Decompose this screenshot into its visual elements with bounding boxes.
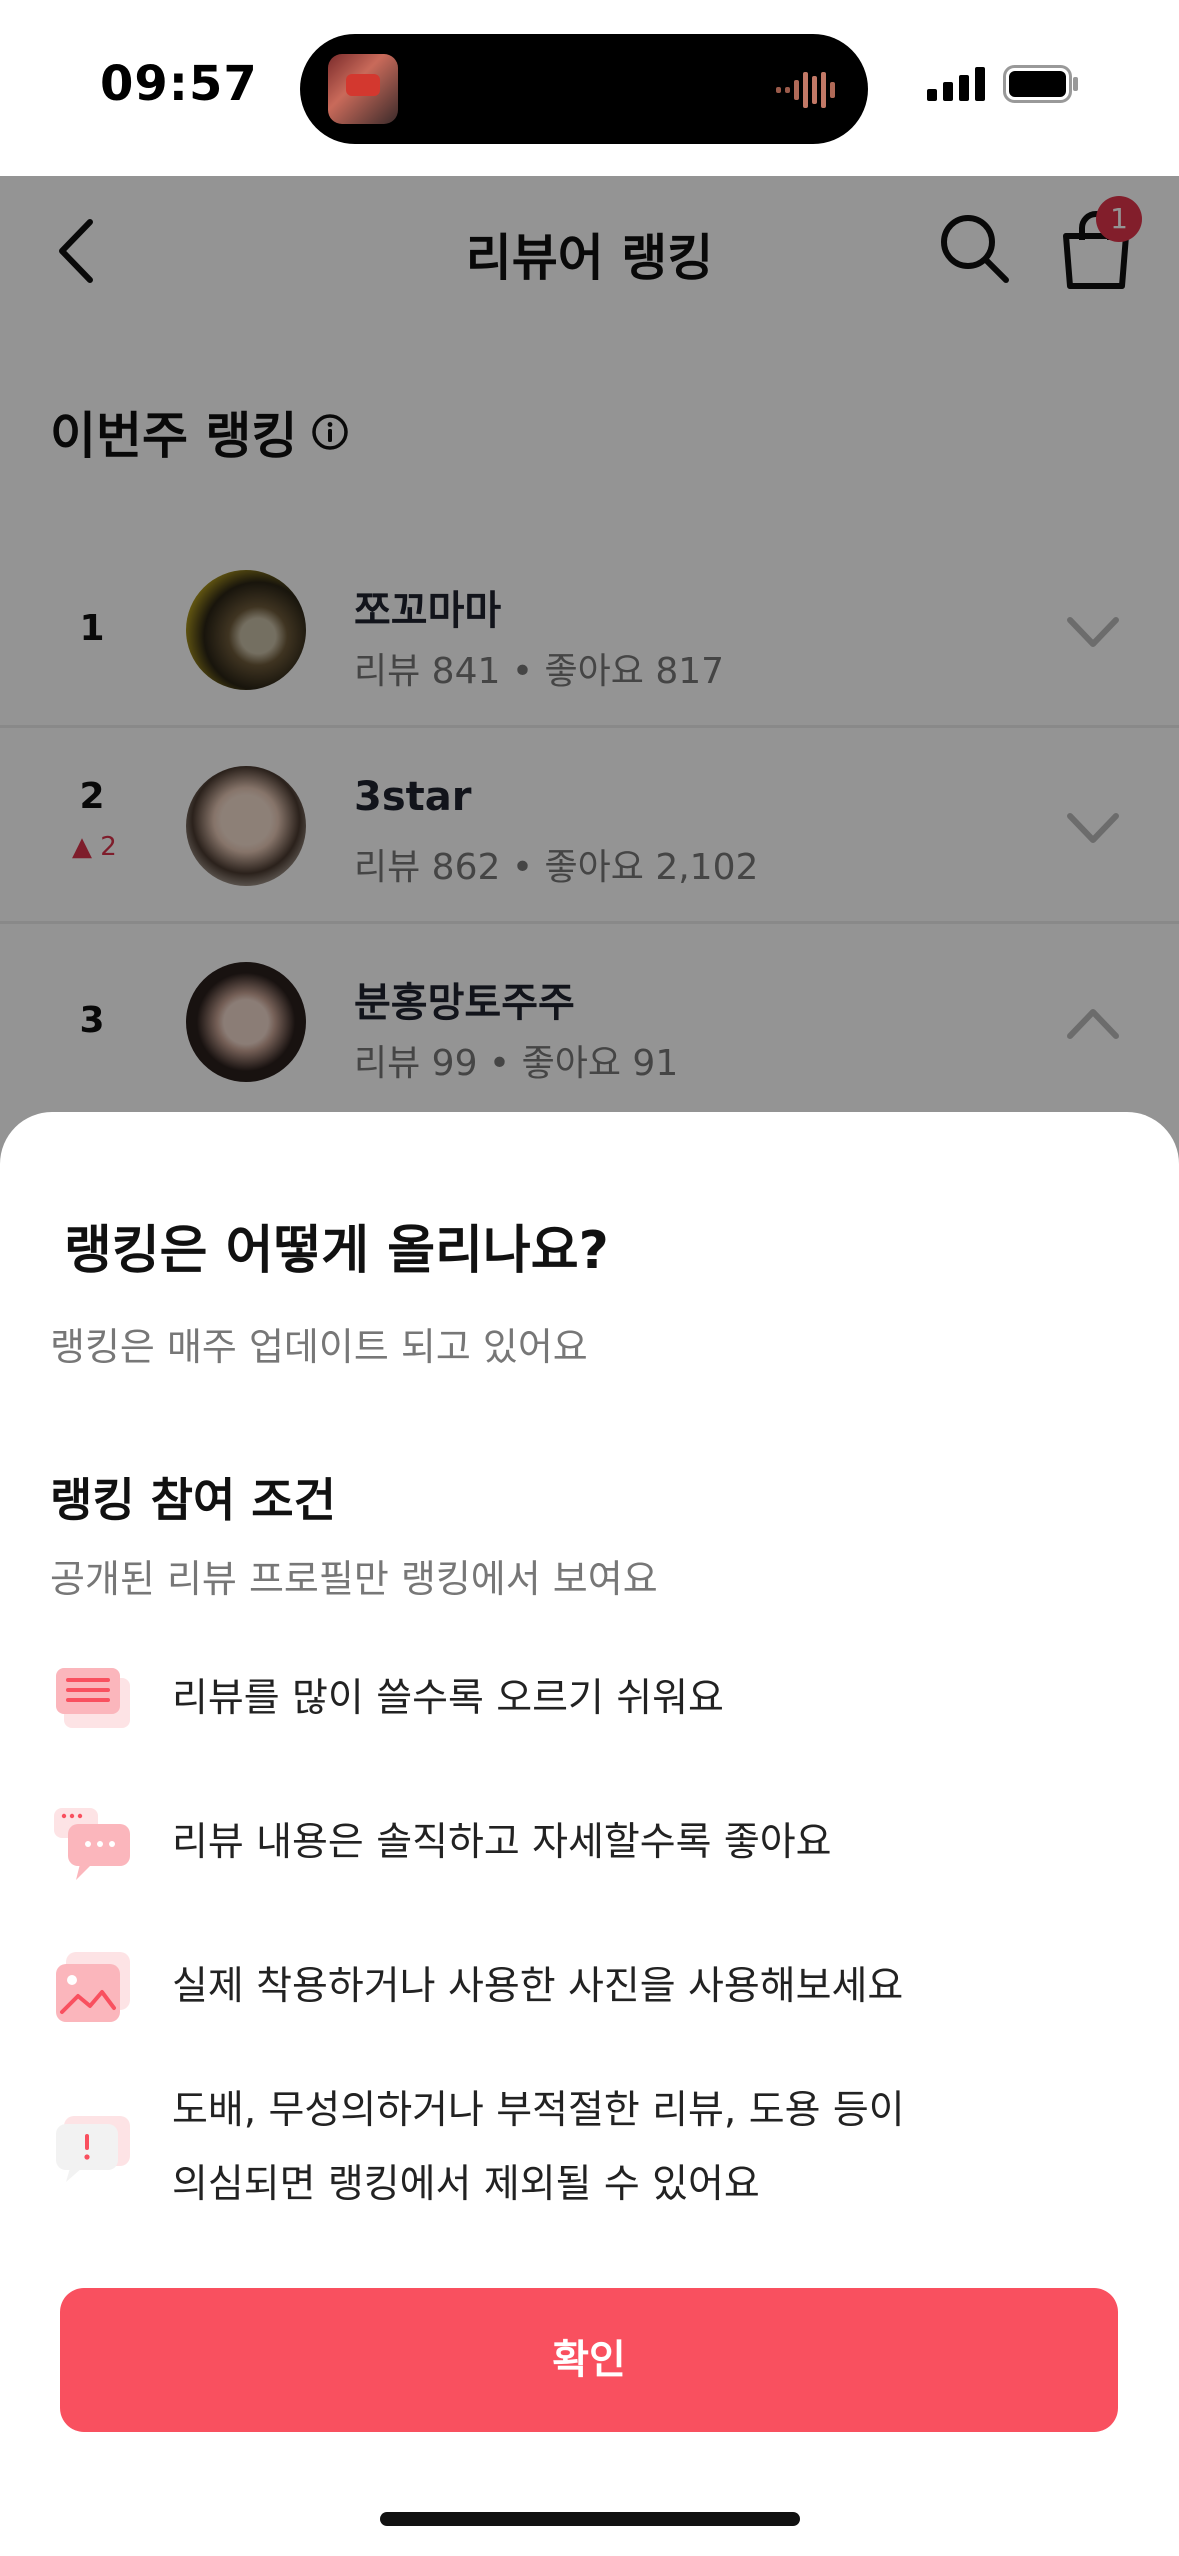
battery-icon	[1003, 65, 1078, 103]
status-bar: 09:57	[0, 0, 1179, 176]
audio-wave-icon	[776, 72, 835, 108]
rule-item: 실제 착용하거나 사용한 사진을 사용해보세요	[50, 1944, 1150, 2034]
status-time: 09:57	[100, 56, 258, 112]
rule-text: 리뷰 내용은 솔직하고 자세할수록 좋아요	[172, 1820, 832, 1865]
status-indicators	[927, 64, 1079, 104]
conditions-description: 공개된 리뷰 프로필만 랭킹에서 보여요	[50, 1557, 658, 1601]
rule-item: 리뷰 내용은 솔직하고 자세할수록 좋아요	[50, 1800, 1150, 1890]
chat-bubbles-icon	[54, 1808, 130, 1880]
rule-item: 리뷰를 많이 쓸수록 오르기 쉬워요	[50, 1656, 1150, 1746]
sheet-subtitle: 랭킹은 매주 업데이트 되고 있어요	[50, 1325, 588, 1369]
confirm-button[interactable]: 확인	[60, 2288, 1118, 2432]
now-playing-thumbnail	[328, 54, 398, 124]
document-icon	[56, 1668, 130, 1728]
sheet-title: 랭킹은 어떻게 올리나요?	[64, 1221, 609, 1281]
photo-icon	[56, 1952, 130, 2022]
warning-bubble-icon	[56, 2116, 130, 2182]
dynamic-island[interactable]	[300, 34, 868, 144]
home-indicator[interactable]	[380, 2512, 800, 2526]
rule-text-line2: 의심되면 랭킹에서 제외될 수 있어요	[172, 2162, 760, 2207]
conditions-title: 랭킹 참여 조건	[50, 1473, 336, 1527]
rule-item: 도배, 무성의하거나 부적절한 리뷰, 도용 등이 의심되면 랭킹에서 제외될 …	[50, 2074, 1150, 2234]
rule-text: 리뷰를 많이 쓸수록 오르기 쉬워요	[172, 1676, 724, 1721]
rule-text-line1: 도배, 무성의하거나 부적절한 리뷰, 도용 등이	[172, 2088, 905, 2133]
signal-icon	[927, 67, 985, 101]
ranking-info-sheet: 랭킹은 어떻게 올리나요? 랭킹은 매주 업데이트 되고 있어요 랭킹 참여 조…	[0, 1112, 1179, 2556]
rule-text: 실제 착용하거나 사용한 사진을 사용해보세요	[172, 1964, 904, 2009]
